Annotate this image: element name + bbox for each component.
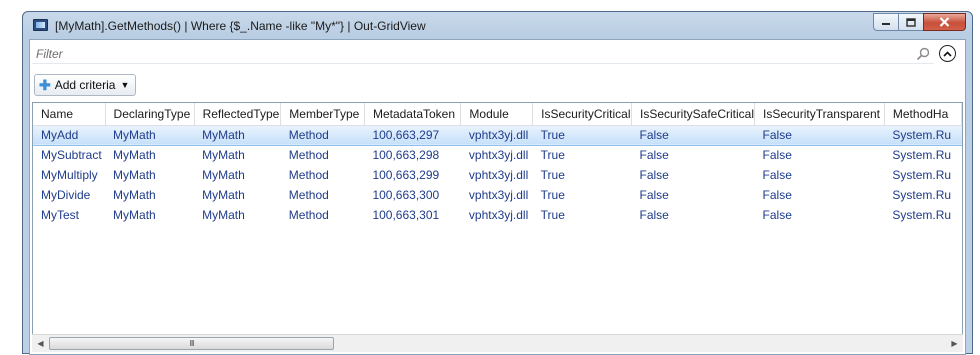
table-cell: 100,663,300 [372, 188, 440, 202]
table-cell: True [540, 188, 565, 202]
column-header-module[interactable]: Module [460, 103, 534, 126]
filter-input[interactable] [32, 44, 934, 64]
window-controls [873, 13, 966, 31]
search-icon[interactable] [916, 47, 930, 61]
table-cell: System.Ru [892, 148, 952, 163]
table-cell: MyMath [202, 168, 245, 182]
table-cell: MyMultiply [41, 168, 98, 182]
table-row[interactable]: MySubtract MyMath MyMath Method 100,663,… [33, 145, 962, 165]
table-cell: MyMath [113, 208, 156, 222]
column-header-reflectedtype[interactable]: ReflectedType [194, 103, 282, 126]
minimize-icon [882, 23, 890, 25]
minimize-button[interactable] [873, 13, 899, 31]
column-header-metadatatoken[interactable]: MetadataToken [364, 103, 462, 126]
table-cell: True [540, 208, 565, 222]
table-row[interactable]: MyTest MyMath MyMath Method 100,663,301 … [33, 205, 962, 225]
filter-row [32, 44, 963, 64]
dropdown-arrow-icon: ▼ [120, 80, 130, 90]
column-header-name[interactable]: Name [33, 103, 106, 126]
results-grid[interactable]: Name DeclaringType ReflectedType MemberT… [32, 102, 963, 352]
table-cell: True [532, 124, 632, 146]
column-header-issecuritycritical[interactable]: IsSecurityCritical [532, 103, 632, 126]
table-cell: False [762, 148, 792, 163]
column-header-methodhandle[interactable]: MethodHa [884, 103, 962, 126]
close-button[interactable] [923, 13, 966, 31]
add-criteria-label: Add criteria [54, 78, 116, 92]
table-cell: MyAdd [33, 124, 106, 146]
table-cell: MyTest [41, 208, 80, 222]
table-cell: MyMath [202, 148, 245, 163]
table-cell: vphtx3yj.dll [468, 168, 529, 182]
table-cell: True [540, 168, 565, 182]
background [0, 0, 22, 354]
table-cell: System.Ru [892, 188, 952, 202]
table-cell: Method [288, 188, 329, 202]
table-cell: System.Ru [892, 208, 952, 222]
chevron-up-icon [943, 50, 952, 57]
scrollbar-thumb[interactable]: III [49, 337, 334, 350]
table-cell: MyDivide [41, 188, 91, 202]
scroll-right-arrow[interactable]: ▶ [946, 335, 963, 352]
table-cell: True [540, 148, 565, 163]
table-cell: 100,663,301 [372, 208, 440, 222]
column-header-issecuritysafecritical[interactable]: IsSecuritySafeCritical [631, 103, 756, 126]
scroll-left-arrow[interactable]: ◀ [32, 335, 49, 352]
title-bar[interactable]: [MyMath].GetMethods() | Where {$_.Name -… [23, 12, 972, 38]
table-cell: System.Ru [884, 124, 962, 146]
table-cell: 100,663,297 [364, 124, 461, 146]
table-cell: False [762, 188, 792, 202]
table-cell: False [639, 148, 669, 163]
table-cell: Method [288, 168, 329, 182]
table-cell: Method [288, 148, 329, 163]
window-title: [MyMath].GetMethods() | Where {$_.Name -… [55, 19, 426, 33]
table-cell: Method [288, 208, 329, 222]
table-cell: MyMath [113, 168, 156, 182]
column-header-declaringtype[interactable]: DeclaringType [105, 103, 195, 126]
plus-icon: ✚ [39, 77, 51, 93]
collapse-query-button[interactable] [939, 45, 956, 62]
table-cell: System.Ru [892, 168, 952, 182]
table-cell: MyMath [113, 188, 156, 202]
table-cell: 100,663,299 [372, 168, 440, 182]
maximize-icon [906, 17, 916, 27]
table-cell: False [762, 168, 792, 182]
column-header-issecuritytransparent[interactable]: IsSecurityTransparent [754, 103, 885, 126]
table-cell: Method [280, 124, 365, 146]
maximize-button[interactable] [898, 13, 924, 31]
table-row[interactable]: MyAdd MyMath MyMath Method 100,663,297 v… [33, 124, 962, 146]
out-gridview-window: [MyMath].GetMethods() | Where {$_.Name -… [22, 11, 973, 355]
table-cell: 100,663,298 [372, 148, 440, 163]
header-row: Name DeclaringType ReflectedType MemberT… [33, 103, 962, 126]
table-cell: MyMath [202, 208, 245, 222]
scrollbar-grip: III [189, 339, 194, 348]
column-header-membertype[interactable]: MemberType [280, 103, 365, 126]
table-cell: vphtx3yj.dll [468, 208, 529, 222]
table-cell: vphtx3yj.dll [468, 148, 529, 163]
table-cell: False [762, 208, 792, 222]
table-row[interactable]: MyMultiply MyMath MyMath Method 100,663,… [33, 165, 962, 185]
table-cell: vphtx3yj.dll [468, 188, 529, 202]
close-icon [939, 17, 950, 27]
table-cell: False [639, 208, 669, 222]
table-cell: MyMath [194, 124, 281, 146]
powershell-app-icon[interactable] [33, 19, 48, 31]
table-cell: MyMath [202, 188, 245, 202]
table-cell: MyMath [105, 124, 195, 146]
table-cell: MySubtract [41, 148, 102, 163]
horizontal-scrollbar[interactable]: ◀ III ▶ [32, 334, 963, 352]
table-cell: False [639, 168, 669, 182]
table-cell: False [631, 124, 755, 146]
results-table: Name DeclaringType ReflectedType MemberT… [33, 103, 962, 225]
client-area: ✚ Add criteria ▼ Name DeclaringType Refl… [29, 39, 966, 355]
table-row[interactable]: MyDivide MyMath MyMath Method 100,663,30… [33, 185, 962, 205]
add-criteria-button[interactable]: ✚ Add criteria ▼ [34, 74, 137, 96]
table-cell: False [639, 188, 669, 202]
table-cell: MyMath [113, 148, 156, 163]
table-cell: vphtx3yj.dll [460, 124, 533, 146]
table-cell: False [754, 124, 885, 146]
